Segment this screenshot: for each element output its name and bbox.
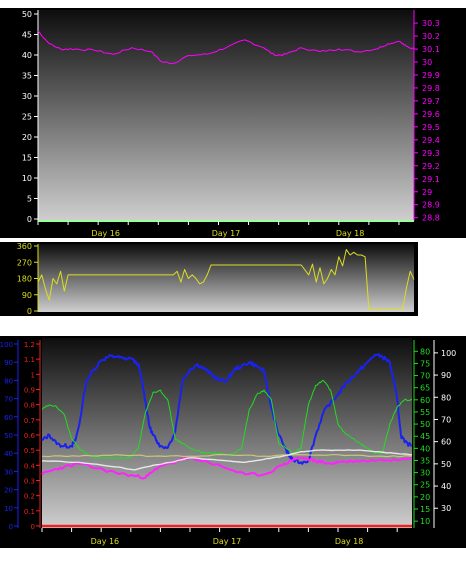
bottom-green-tick-label: 65 (420, 384, 430, 393)
bottom-green-tick-label: 35 (420, 456, 430, 465)
bottom-blue-tick-label: 50 (4, 432, 13, 440)
bottom-blue-tick-label: 90 (4, 359, 13, 367)
bottom-green-tick-label: 40 (420, 444, 430, 453)
top-right-tick-label: 29.8 (422, 84, 440, 93)
bottom-green-tick-label: 10 (420, 517, 430, 526)
bottom-red-tick-label: 0 (31, 523, 35, 531)
bottom-green-tick-label: 30 (420, 469, 430, 478)
top-right-tick-label: 30.1 (422, 45, 440, 54)
middle-left-tick-label: 0 (27, 307, 32, 316)
bottom-blue-tick-label: 10 (4, 505, 13, 513)
top-left-tick-label: 45 (22, 31, 32, 40)
middle-left-tick-label: 90 (22, 291, 32, 300)
bottom-blue-tick-label: 0 (9, 523, 13, 531)
bottom-green-tick-label: 15 (420, 505, 430, 514)
bottom-gray-tick-label: 80 (441, 393, 451, 402)
bottom-x-tick-label: Day 18 (335, 537, 364, 546)
bottom-blue-tick-label: 100 (0, 341, 13, 349)
bottom-blue-tick-label: 30 (4, 468, 13, 476)
top-left-tick-label: 25 (22, 113, 32, 122)
bottom-green-tick-label: 70 (420, 372, 430, 381)
top-x-tick-label: Day 17 (212, 229, 241, 238)
top-right-tick-label: 29.5 (422, 123, 440, 132)
bottom-blue-tick-label: 70 (4, 396, 13, 404)
top-left-tick-label: 10 (22, 174, 32, 183)
top-left-tick-label: 15 (22, 154, 32, 163)
bottom-red-tick-label: 0.2 (24, 493, 35, 501)
bottom-red-tick-label: 0.3 (24, 478, 35, 486)
top-right-tick-label: 29.7 (422, 97, 440, 106)
bottom-green-tick-label: 75 (420, 359, 430, 368)
top-x-tick-label: Day 18 (336, 229, 365, 238)
chart-root: 0510152025303540455028.828.92929.129.229… (0, 8, 466, 548)
bottom-green-tick-label: 25 (420, 481, 430, 490)
middle-left-tick-label: 180 (17, 275, 32, 284)
bottom-green-tick-label: 80 (420, 347, 430, 356)
bottom-red-tick-label: 1.1 (24, 356, 35, 364)
bottom-green-tick-label: 50 (420, 420, 430, 429)
bottom-gray-tick-label: 60 (441, 438, 451, 447)
top-left-tick-label: 5 (27, 195, 32, 204)
top-left-tick-label: 20 (22, 133, 32, 142)
bottom-gray-tick-label: 40 (441, 482, 451, 491)
top-left-tick-label: 30 (22, 92, 32, 101)
top-left-tick-label: 35 (22, 72, 32, 81)
bottom-gray-tick-label: 50 (441, 460, 451, 469)
bottom-gray-tick-label: 70 (441, 415, 451, 424)
top-right-tick-label: 29.1 (422, 175, 440, 184)
top-right-tick-label: 29.6 (422, 110, 440, 119)
bottom-green-tick-label: 45 (420, 432, 430, 441)
bottom-green-tick-label: 60 (420, 396, 430, 405)
bottom-red-tick-label: 0.1 (24, 508, 35, 516)
top-left-tick-label: 0 (27, 215, 32, 224)
bottom-red-tick-label: 0.7 (24, 417, 35, 425)
bottom-x-tick-label: Day 16 (91, 537, 120, 546)
top-left-tick-label: 40 (22, 51, 32, 60)
middle-left-tick-label: 270 (17, 258, 32, 267)
bottom-blue-tick-label: 60 (4, 414, 13, 422)
top-right-tick-label: 28.8 (422, 214, 440, 223)
top-right-tick-label: 28.9 (422, 201, 440, 210)
bottom-red-tick-label: 0.4 (24, 462, 36, 470)
bottom-red-tick-label: 0.8 (24, 402, 35, 410)
top-right-tick-label: 29.3 (422, 149, 440, 158)
bottom-red-tick-label: 0.6 (24, 432, 36, 440)
middle-plot-area (38, 244, 414, 312)
top-left-tick-label: 50 (22, 10, 32, 19)
top-x-tick-label: Day 16 (91, 229, 120, 238)
bottom-gray-tick-label: 30 (441, 504, 451, 513)
top-right-tick-label: 30.3 (422, 19, 440, 28)
bottom-x-tick-label: Day 17 (213, 537, 242, 546)
middle-left-tick-label: 360 (17, 242, 32, 251)
top-right-tick-label: 29.2 (422, 162, 440, 171)
top-right-tick-label: 29.9 (422, 71, 440, 80)
bottom-red-tick-label: 0.9 (24, 387, 35, 395)
bottom-green-tick-label: 20 (420, 493, 430, 502)
top-right-tick-label: 30.2 (422, 32, 440, 41)
bottom-green-tick-label: 55 (420, 408, 430, 417)
top-right-tick-label: 29.4 (422, 136, 440, 145)
bottom-blue-tick-label: 40 (4, 450, 13, 458)
bottom-red-tick-label: 1 (31, 371, 35, 379)
bottom-blue-tick-label: 20 (4, 487, 13, 495)
top-right-tick-label: 30 (422, 58, 432, 67)
top-right-tick-label: 29 (422, 188, 432, 197)
bottom-blue-tick-label: 80 (4, 377, 13, 385)
bottom-red-tick-label: 1.2 (24, 341, 35, 349)
bottom-gray-tick-label: 100 (441, 349, 456, 358)
top-plot-area (38, 10, 414, 221)
bottom-red-tick-label: 0.5 (24, 447, 35, 455)
bottom-gray-tick-label: 90 (441, 371, 451, 380)
